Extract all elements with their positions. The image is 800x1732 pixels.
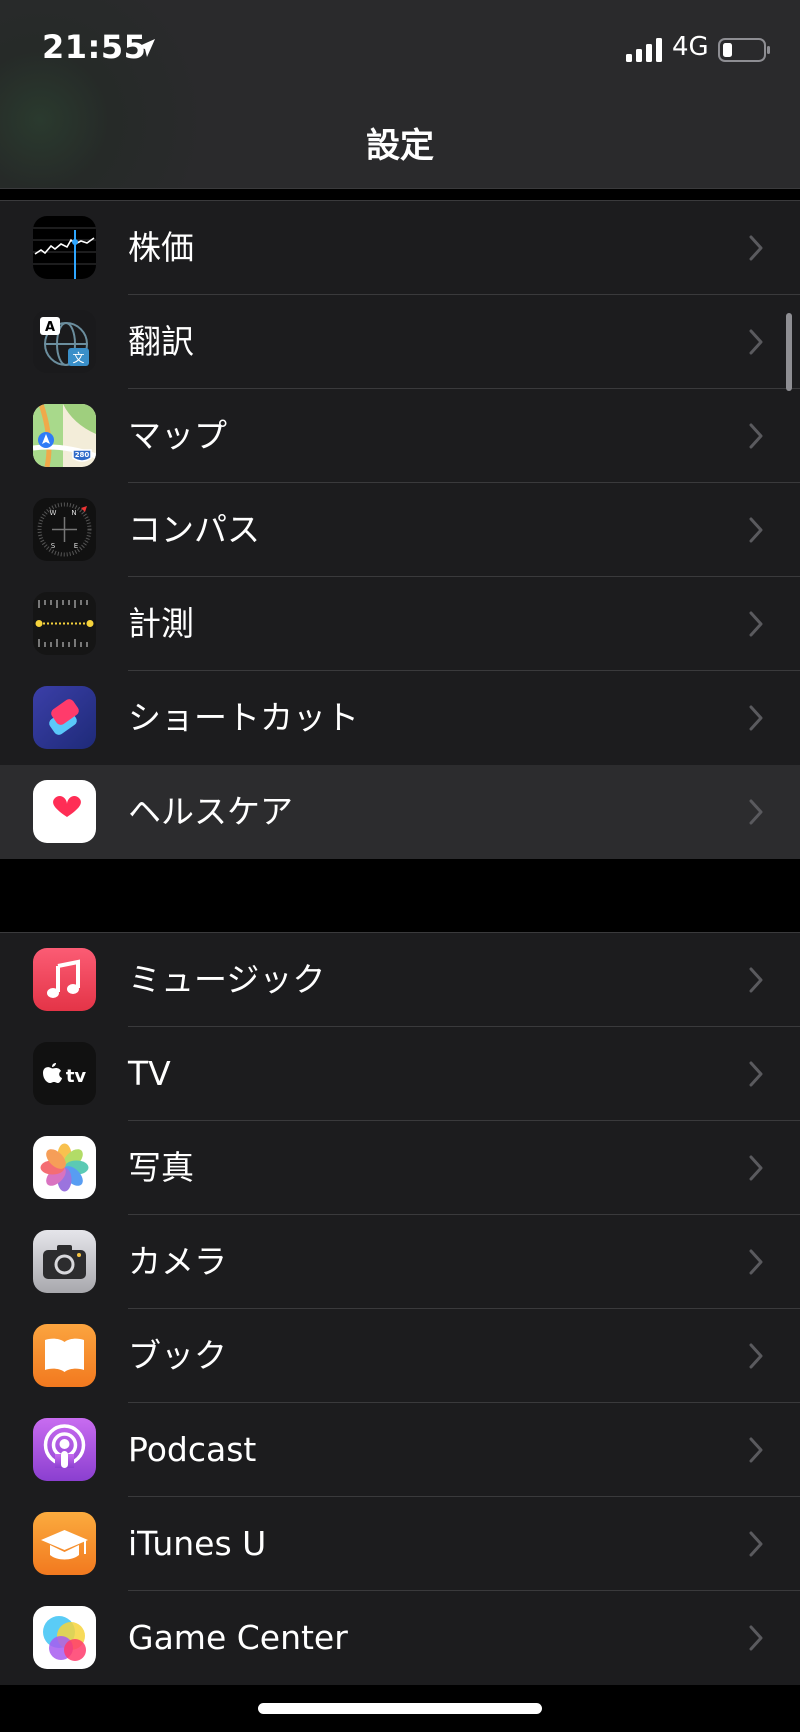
settings-row-photos[interactable]: 写真 [0, 1121, 800, 1215]
tv-icon-text: tv [66, 1066, 87, 1087]
compass-icon: N W S E [33, 498, 96, 561]
settings-row-label: マップ [128, 416, 227, 455]
home-indicator[interactable] [258, 1703, 542, 1714]
settings-row-label: ミュージック [128, 960, 326, 999]
translate-icon: A 文 [33, 310, 96, 373]
settings-row-label: 翻訳 [128, 322, 194, 361]
settings-row-label: 写真 [128, 1148, 194, 1187]
chevron-right-icon [749, 799, 763, 825]
chevron-right-icon [749, 1531, 763, 1557]
chevron-right-icon [749, 1625, 763, 1651]
chevron-right-icon [749, 611, 763, 637]
chevron-right-icon [749, 1437, 763, 1463]
settings-row-label: カメラ [128, 1242, 227, 1281]
settings-row-itunes-u[interactable]: iTunes U [0, 1497, 800, 1591]
settings-row-label: ヘルスケア [128, 792, 293, 831]
music-icon [33, 948, 96, 1011]
settings-row-game-center[interactable]: Game Center [0, 1591, 800, 1685]
settings-row-label: ショートカット [128, 698, 359, 737]
chevron-right-icon [749, 235, 763, 261]
chevron-right-icon [749, 1155, 763, 1181]
compass-icon-n: N [71, 509, 76, 517]
chevron-right-icon [749, 705, 763, 731]
scroll-indicator[interactable] [786, 313, 792, 391]
podcasts-icon [33, 1418, 96, 1481]
chevron-right-icon [749, 967, 763, 993]
maps-icon-shield: 280 [75, 451, 90, 459]
battery-icon [718, 38, 770, 62]
page-title: 設定 [366, 126, 434, 166]
settings-row-podcasts[interactable]: Podcast [0, 1403, 800, 1497]
tv-icon: tv [33, 1042, 96, 1105]
chevron-right-icon [749, 1061, 763, 1087]
translate-icon-a: A [45, 320, 55, 335]
settings-row-health[interactable]: ヘルスケア [0, 765, 800, 859]
location-arrow-icon [137, 39, 155, 57]
chevron-right-icon [749, 1249, 763, 1275]
settings-row-label: 株価 [128, 228, 194, 267]
compass-icon-w: W [50, 509, 57, 517]
settings-row-label: コンパス [128, 510, 260, 549]
settings-row-label: Podcast [128, 1430, 257, 1469]
chevron-right-icon [749, 517, 763, 543]
settings-row-compass[interactable]: N W S E コンパス [0, 483, 800, 577]
settings-row-tv[interactable]: tv TV [0, 1027, 800, 1121]
settings-row-label: TV [128, 1054, 171, 1093]
settings-row-shortcuts[interactable]: ショートカット [0, 671, 800, 765]
settings-group-apps-1: 株価 A 文 翻訳 280 マップ N W S E コンパス 計測 ショートカッ… [0, 200, 800, 859]
chevron-right-icon [749, 1343, 763, 1369]
stocks-icon [33, 216, 96, 279]
itunes-u-icon [33, 1512, 96, 1575]
cellular-signal-icon [626, 38, 662, 62]
chevron-right-icon [749, 329, 763, 355]
health-icon [33, 780, 96, 843]
chevron-right-icon [749, 423, 763, 449]
network-type: 4G [672, 32, 709, 62]
settings-row-camera[interactable]: カメラ [0, 1215, 800, 1309]
settings-row-label: iTunes U [128, 1524, 267, 1563]
settings-row-translate[interactable]: A 文 翻訳 [0, 295, 800, 389]
settings-row-books[interactable]: ブック [0, 1309, 800, 1403]
compass-icon-s: S [51, 542, 56, 550]
settings-row-maps[interactable]: 280 マップ [0, 389, 800, 483]
translate-icon-bun: 文 [72, 350, 84, 365]
books-icon [33, 1324, 96, 1387]
measure-icon [33, 592, 96, 655]
settings-row-music[interactable]: ミュージック [0, 933, 800, 1027]
compass-icon-e: E [74, 542, 78, 550]
settings-row-label: Game Center [128, 1618, 348, 1657]
shortcuts-icon [33, 686, 96, 749]
status-time: 21:55 [42, 28, 147, 66]
photos-icon [33, 1136, 96, 1199]
settings-row-stocks[interactable]: 株価 [0, 201, 800, 295]
maps-icon: 280 [33, 404, 96, 467]
game-center-icon [33, 1606, 96, 1669]
settings-row-label: 計測 [128, 604, 194, 643]
settings-row-label: ブック [128, 1336, 227, 1375]
camera-icon [33, 1230, 96, 1293]
settings-group-apps-2: ミュージック tv TV 写真 カメラ ブック Podcast iTunes U… [0, 932, 800, 1685]
settings-row-measure[interactable]: 計測 [0, 577, 800, 671]
status-bar: 21:55 4G [0, 0, 800, 100]
